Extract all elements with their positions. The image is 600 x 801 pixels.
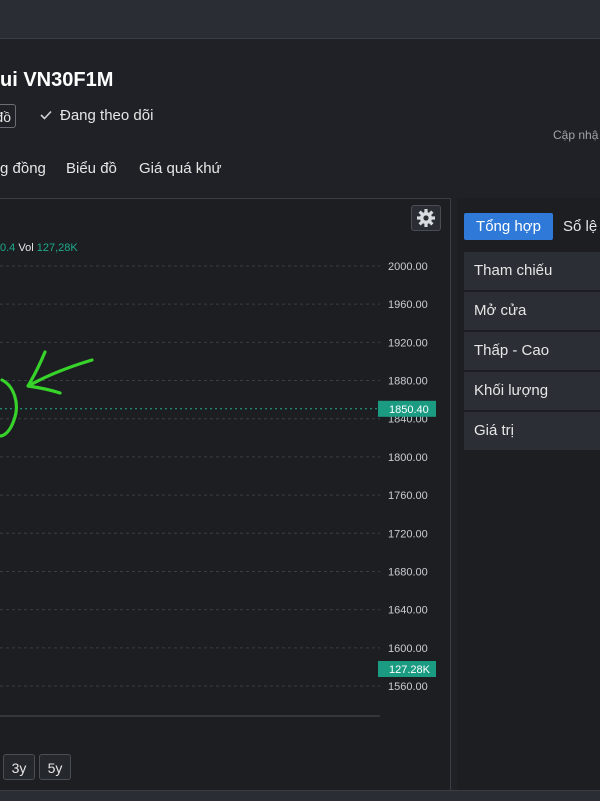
check-icon	[40, 107, 54, 124]
tab-chart[interactable]: Biểu đồ	[66, 160, 117, 177]
tab-order-book[interactable]: Sổ lệ	[563, 213, 597, 240]
chart-button-fragment[interactable]: đồ	[0, 104, 16, 128]
volume-badge: 127.28K	[389, 664, 431, 676]
y-tick-label: 1720.00	[388, 528, 428, 540]
annotation-circle-arc	[0, 378, 18, 438]
range-button-5y[interactable]: 5y	[39, 754, 71, 780]
tab-history[interactable]: Giá quá khứ	[139, 160, 222, 177]
y-tick-label: 1760.00	[388, 490, 428, 502]
updated-label: Cập nhậ	[553, 128, 599, 142]
y-tick-label: 1880.00	[388, 376, 428, 388]
annotation-drawing	[0, 350, 94, 438]
y-tick-label: 1920.00	[388, 337, 428, 349]
y-tick-label: 1960.00	[388, 299, 428, 311]
summary-row-reference: Tham chiếu	[464, 252, 600, 290]
summary-row-value: Giá trị	[464, 412, 600, 450]
page-title: ui VN30F1M	[0, 69, 114, 91]
summary-row-volume: Khối lượng	[464, 372, 600, 410]
y-tick-label: 1600.00	[388, 643, 428, 655]
range-button-3y[interactable]: 3y	[3, 754, 35, 780]
follow-label: Đang theo dõi	[60, 107, 154, 124]
tab-summary[interactable]: Tổng hợp	[464, 213, 553, 240]
follow-button[interactable]: Đang theo dõi	[40, 107, 153, 124]
y-tick-label: 1680.00	[388, 566, 428, 578]
summary-row-low-high: Thấp - Cao	[464, 332, 600, 370]
y-tick-label: 1560.00	[388, 681, 428, 693]
price-chart[interactable]: 2000.001960.001920.001880.001840.001800.…	[0, 199, 450, 789]
bottom-bar	[0, 790, 600, 801]
y-tick-label: 2000.00	[388, 261, 428, 273]
last-price-badge: 1850.40	[389, 404, 429, 416]
summary-row-open: Mở cửa	[464, 292, 600, 330]
tab-trading[interactable]: g đồng	[0, 160, 46, 177]
y-tick-label: 1640.00	[388, 605, 428, 617]
y-tick-label: 1800.00	[388, 452, 428, 464]
top-bar	[0, 0, 600, 39]
